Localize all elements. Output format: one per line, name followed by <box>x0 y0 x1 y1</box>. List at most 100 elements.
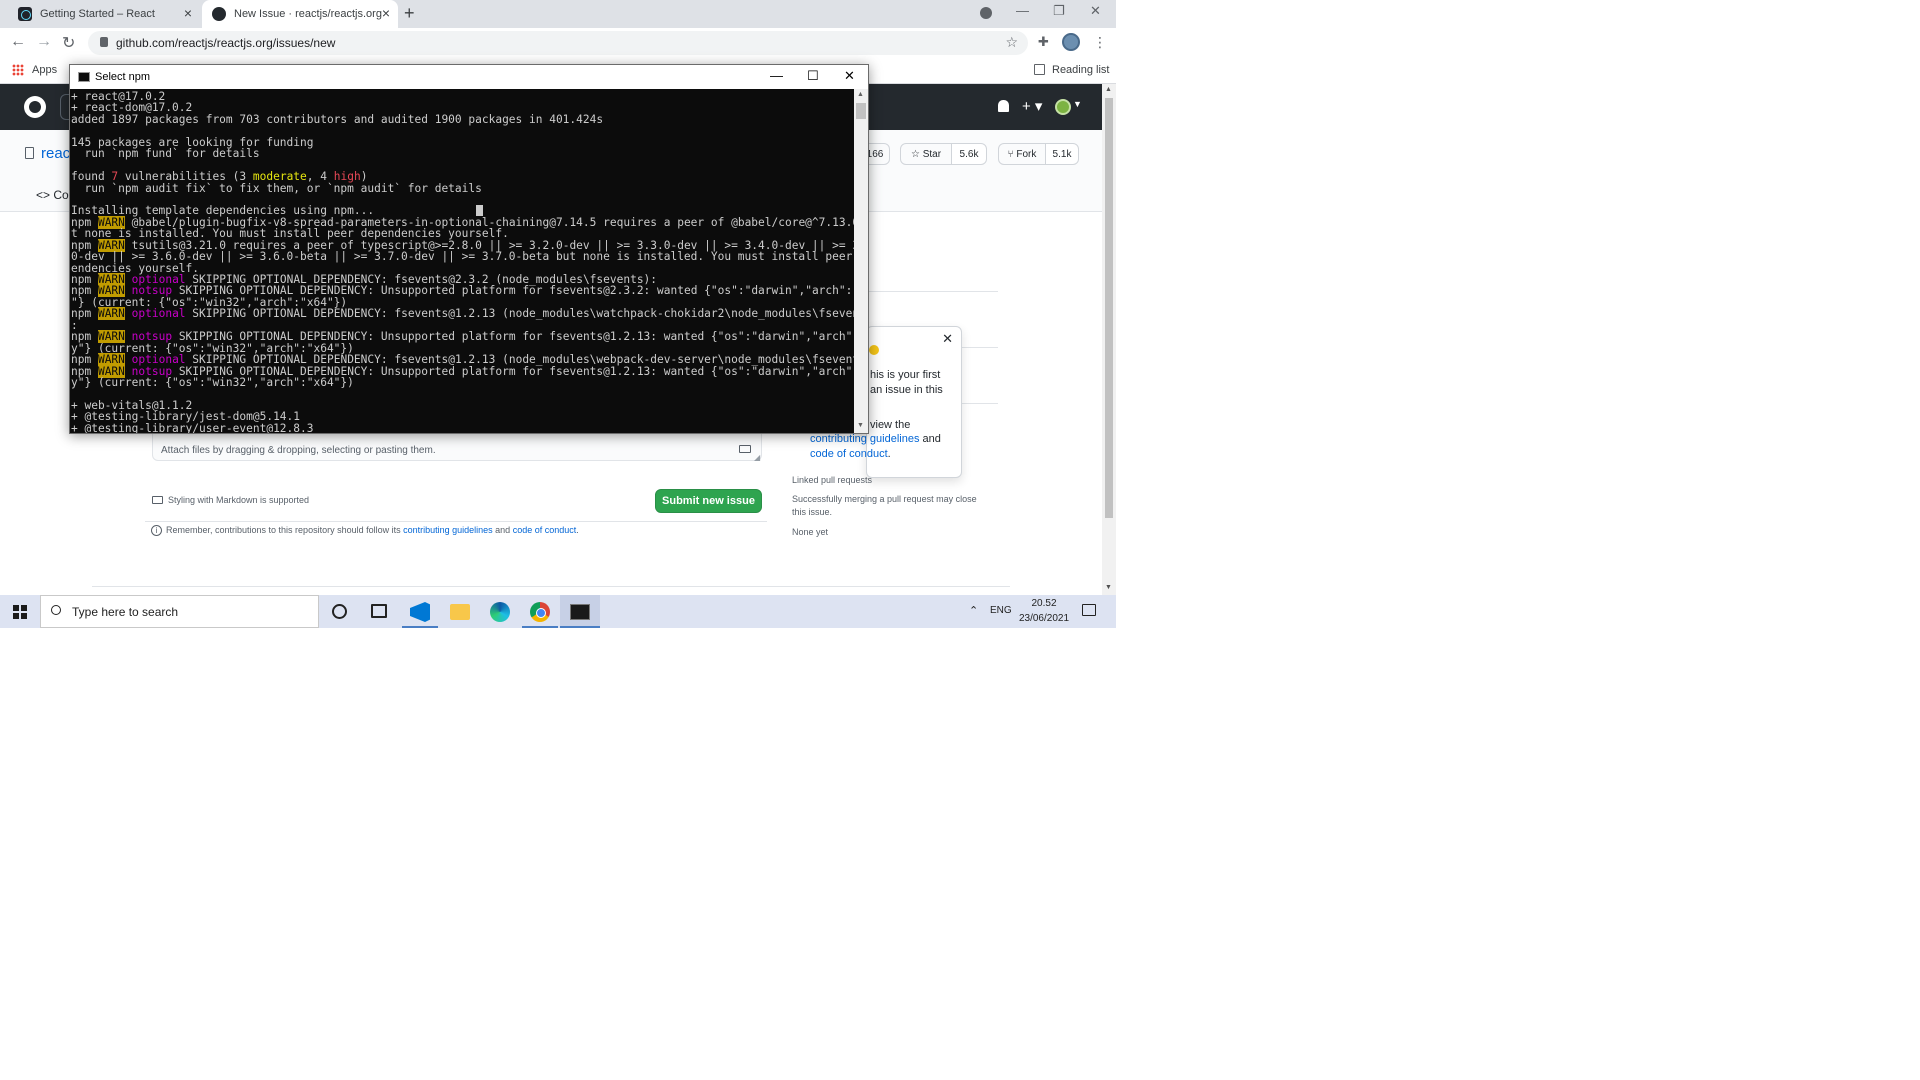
react-favicon-icon <box>18 7 32 21</box>
reload-icon[interactable]: ↻ <box>62 33 75 53</box>
bell-icon[interactable] <box>998 100 1009 112</box>
tab-strip: Getting Started – React × New Issue · re… <box>0 0 1116 28</box>
minimize-icon[interactable]: — <box>1016 3 1029 18</box>
create-new-plus-icon[interactable]: + ▾ <box>1022 97 1042 115</box>
cmd-title-bar[interactable]: Select npm — ☐ ✕ <box>70 65 868 89</box>
terminal-line: run `npm fund` for details <box>71 148 854 159</box>
url-text[interactable]: github.com/reactjs/reactjs.org/issues/ne… <box>116 36 335 50</box>
tab-getting-started-react[interactable]: Getting Started – React × <box>8 0 200 28</box>
terminal-text: run `npm fund` for details <box>71 147 260 161</box>
apps-grid-icon[interactable] <box>12 64 24 76</box>
apps-bookmark[interactable]: Apps <box>32 64 57 76</box>
divider <box>145 521 767 522</box>
warn-badge: WARN <box>97 307 125 321</box>
address-bar[interactable]: github.com/reactjs/reactjs.org/issues/ne… <box>88 31 1028 55</box>
submit-new-issue-button[interactable]: Submit new issue <box>655 489 762 513</box>
forward-arrow-icon[interactable]: → <box>36 33 52 51</box>
notification-icon[interactable] <box>1082 604 1096 616</box>
markdown-icon <box>152 496 163 504</box>
star-icon: ☆ <box>910 148 923 160</box>
cmd-scrollbar[interactable]: ▲ ▼ <box>854 89 868 433</box>
back-arrow-icon[interactable]: ← <box>10 33 26 51</box>
close-window-icon[interactable]: ✕ <box>844 68 855 84</box>
terminal-text: run `npm audit fix` to fix them, or `npm… <box>71 181 482 195</box>
cortana-icon[interactable] <box>332 604 347 619</box>
avatar[interactable] <box>1055 99 1071 115</box>
scroll-up-icon[interactable]: ▲ <box>857 91 864 98</box>
popover-text: his is your first <box>870 369 941 381</box>
new-tab-plus-icon[interactable]: + <box>404 3 415 24</box>
close-icon[interactable]: × <box>184 5 192 21</box>
github-logo-icon[interactable] <box>24 96 46 118</box>
vscode-icon[interactable] <box>410 602 430 622</box>
close-window-icon[interactable]: ✕ <box>1090 3 1101 19</box>
scroll-up-icon[interactable]: ▲ <box>1105 86 1112 93</box>
restore-icon[interactable]: ❐ <box>1053 3 1065 19</box>
contributing-guidelines-link[interactable]: contributing guidelines <box>403 525 493 535</box>
extensions-puzzle-icon[interactable]: ✚ <box>1038 34 1049 50</box>
terminal-line: + @testing-library/user-event@12.8.3 <box>71 421 854 433</box>
task-view-icon[interactable] <box>371 604 387 618</box>
textarea-resize-handle[interactable]: ◢ <box>754 453 760 462</box>
tab-new-issue[interactable]: New Issue · reactjs/reactjs.org × <box>202 0 398 28</box>
terminal-text: + @testing-library/user-event@12.8.3 <box>71 421 314 433</box>
terminal-output[interactable]: + react@17.0.2 + react-dom@17.0.2 added 18… <box>70 89 854 433</box>
scrollbar-thumb[interactable] <box>1105 98 1113 518</box>
popover-text: an issue in this <box>870 384 943 396</box>
popover-links: contributing guidelines and code of condu… <box>810 432 960 462</box>
contrib-and: and <box>492 525 513 535</box>
tab-search-icon[interactable] <box>980 7 992 19</box>
windows-start-icon[interactable] <box>13 605 27 619</box>
contributing-guidelines-link[interactable]: contributing guidelines <box>810 433 919 445</box>
fork-button[interactable]: ⑂ Fork <box>998 143 1046 165</box>
scroll-down-icon[interactable]: ▼ <box>857 422 864 429</box>
code-of-conduct-link[interactable]: code of conduct <box>513 525 577 535</box>
chrome-icon[interactable] <box>530 602 550 622</box>
bookmark-star-icon[interactable]: ☆ <box>1005 34 1018 51</box>
markdown-supported-note[interactable]: Styling with Markdown is supported <box>168 495 309 505</box>
info-icon: i <box>151 525 162 536</box>
tab-title: New Issue · reactjs/reactjs.org <box>234 8 382 20</box>
mouse-cursor <box>476 205 483 216</box>
windows-taskbar: Type here to search ⌃ ENG 20.52 23/06/20… <box>0 595 1116 628</box>
running-indicator <box>522 626 558 628</box>
markdown-icon <box>739 445 751 453</box>
popover-period: . <box>887 448 891 460</box>
attach-files-text[interactable]: Attach files by dragging & dropping, sel… <box>161 445 436 456</box>
contrib-suffix: . <box>576 525 579 535</box>
page-scrollbar[interactable]: ▲ ▼ <box>1102 84 1116 595</box>
minimize-icon[interactable]: — <box>770 68 783 83</box>
taskbar-search-input[interactable]: Type here to search <box>40 595 319 628</box>
chrome-menu-icon[interactable]: ⋮ <box>1093 34 1107 51</box>
reading-list-icon[interactable] <box>1034 64 1045 75</box>
scrollbar-thumb[interactable] <box>856 103 866 119</box>
terminal-line: y"} (current: {"os":"win32","arch":"x64"… <box>71 377 854 388</box>
language-indicator[interactable]: ENG <box>990 605 1012 616</box>
clock-time[interactable]: 20.52 <box>1022 598 1066 609</box>
edge-icon[interactable] <box>490 602 510 622</box>
star-button[interactable]: ☆ Star <box>900 143 952 165</box>
close-icon[interactable]: × <box>382 5 390 21</box>
contrib-prefix: Remember, contributions to this reposito… <box>166 525 404 535</box>
repo-name-link[interactable]: reac <box>41 145 70 162</box>
close-icon[interactable]: ✕ <box>942 331 953 347</box>
fork-label: Fork <box>1016 148 1037 160</box>
file-explorer-icon[interactable] <box>450 604 470 620</box>
cmd-taskbar-icon[interactable] <box>570 604 590 620</box>
star-label: Star <box>922 148 942 160</box>
lock-icon[interactable] <box>100 37 108 47</box>
maximize-icon[interactable]: ☐ <box>807 68 819 84</box>
fork-count[interactable]: 5.1k <box>1045 143 1079 165</box>
scroll-down-icon[interactable]: ▼ <box>1105 584 1112 591</box>
code-of-conduct-link[interactable]: code of conduct <box>810 448 888 460</box>
chevron-up-icon[interactable]: ⌃ <box>969 604 978 617</box>
code-brackets-icon: <> <box>36 188 54 202</box>
reading-list-button[interactable]: Reading list <box>1052 64 1109 76</box>
chevron-down-icon[interactable]: ▼ <box>1073 99 1082 109</box>
clock-date[interactable]: 23/06/2021 <box>1018 613 1070 624</box>
chrome-profile-avatar[interactable] <box>1062 33 1080 51</box>
none-yet-text: None yet <box>792 527 829 537</box>
star-count[interactable]: 5.6k <box>951 143 987 165</box>
github-favicon-icon <box>212 7 226 21</box>
popover-text: view the <box>870 419 911 431</box>
